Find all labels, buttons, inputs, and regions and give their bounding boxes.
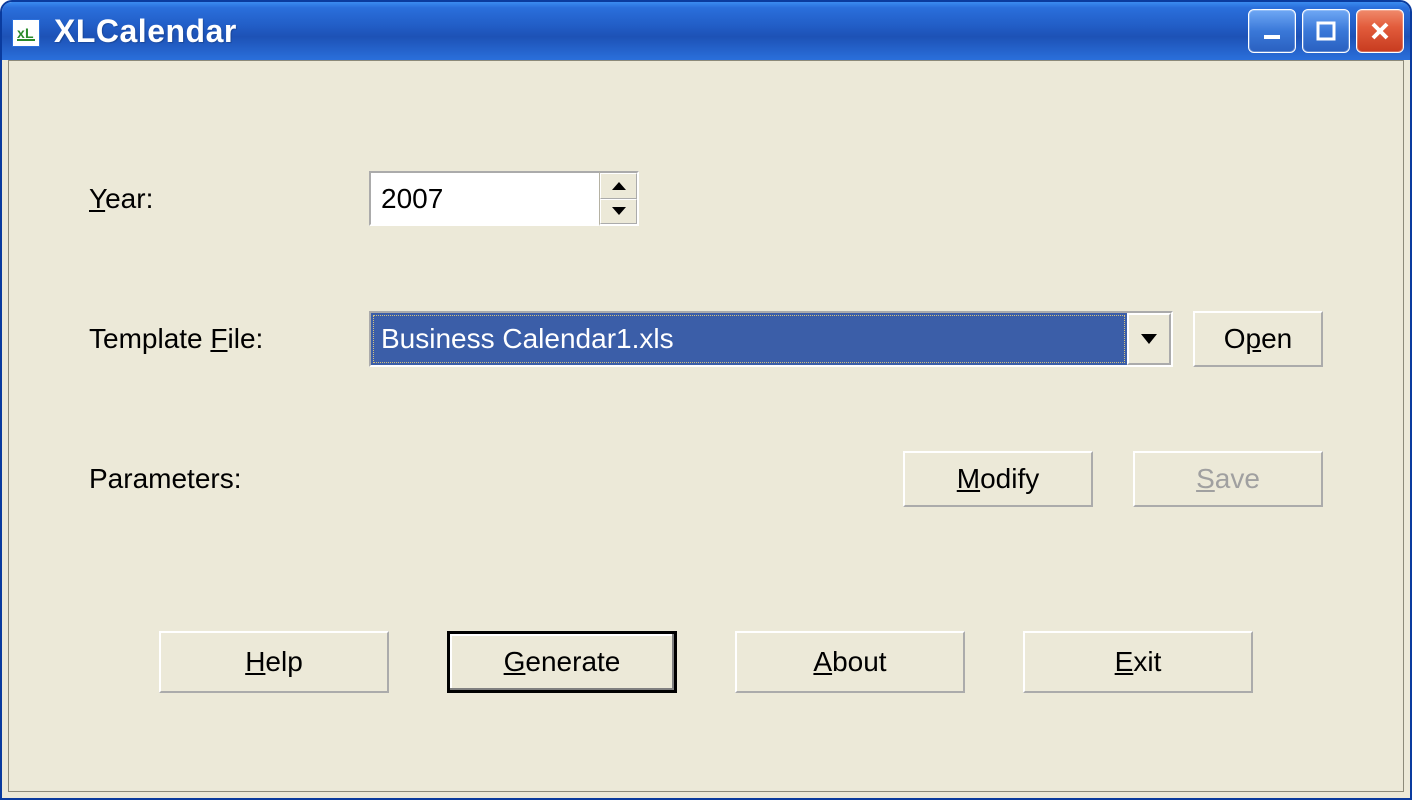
template-combobox[interactable]: Business Calendar1.xls xyxy=(369,311,1173,367)
year-input[interactable]: 2007 xyxy=(369,171,599,226)
template-label: Template File: xyxy=(89,323,369,355)
app-icon: x L xyxy=(12,19,40,47)
window-title: XLCalendar xyxy=(54,13,1248,50)
year-label: Year: xyxy=(89,183,369,215)
save-button: Save xyxy=(1133,451,1323,507)
year-spin-down[interactable] xyxy=(600,199,637,225)
triangle-down-icon xyxy=(612,207,626,215)
app-window: x L XLCalendar xyxy=(0,0,1412,800)
minimize-icon xyxy=(1261,20,1283,42)
year-spinner xyxy=(599,171,639,226)
close-button[interactable] xyxy=(1356,9,1404,53)
about-button[interactable]: About xyxy=(735,631,965,693)
modify-button[interactable]: Modify xyxy=(903,451,1093,507)
year-row: Year: 2007 xyxy=(89,171,1323,226)
parameters-row: Parameters: Modify Save xyxy=(89,451,1323,507)
parameters-label: Parameters: xyxy=(89,463,369,495)
chevron-down-icon xyxy=(1141,334,1157,344)
maximize-button[interactable] xyxy=(1302,9,1350,53)
year-spin-up[interactable] xyxy=(600,173,637,199)
template-dropdown-button[interactable] xyxy=(1127,313,1171,365)
open-button[interactable]: Open xyxy=(1193,311,1323,367)
titlebar: x L XLCalendar xyxy=(2,2,1410,60)
triangle-up-icon xyxy=(612,182,626,190)
bottom-button-row: Help Generate About Exit xyxy=(159,631,1253,693)
exit-button[interactable]: Exit xyxy=(1023,631,1253,693)
generate-button[interactable]: Generate xyxy=(447,631,677,693)
svg-text:L: L xyxy=(25,25,34,41)
client-area: Year: 2007 Templat xyxy=(8,60,1404,792)
close-icon xyxy=(1369,20,1391,42)
help-button[interactable]: Help xyxy=(159,631,389,693)
window-controls xyxy=(1248,9,1404,53)
minimize-button[interactable] xyxy=(1248,9,1296,53)
template-row: Template File: Business Calendar1.xls Op… xyxy=(89,311,1323,367)
template-selected-value: Business Calendar1.xls xyxy=(371,313,1127,365)
svg-text:x: x xyxy=(17,25,25,41)
maximize-icon xyxy=(1315,20,1337,42)
